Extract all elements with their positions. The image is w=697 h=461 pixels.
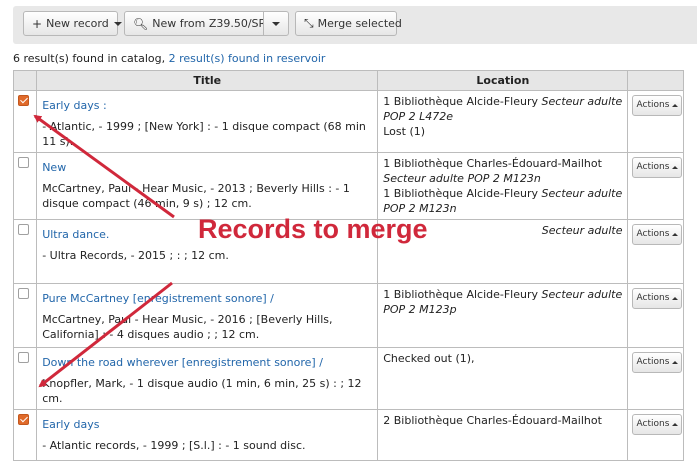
row-select-cell <box>12 409 38 461</box>
actions-button[interactable]: Actions <box>632 352 683 373</box>
actions-button[interactable]: Actions <box>632 414 683 435</box>
record-description: - Atlantic records, - 1999 ; [S.l.] : - … <box>42 439 306 452</box>
location-branch: Checked out (1), <box>383 352 475 365</box>
location-line: Checked out (1), <box>383 351 622 366</box>
table-row: Early days - Atlantic records, - 1999 ; [… <box>12 409 684 461</box>
table-row: Down the road wherever [enregistrement s… <box>12 347 684 410</box>
new-from-z3950-button[interactable]: 🔍︎ New from Z39.50/SRU <box>124 11 274 36</box>
row-select-checkbox[interactable] <box>18 157 29 168</box>
catalog-count: 6 result(s) found in catalog, <box>13 52 166 65</box>
title-cell: New McCartney, Paul - Hear Music, - 2013 … <box>36 152 379 220</box>
record-title-link[interactable]: Early days <box>42 417 372 432</box>
location-line: 1 Bibliothèque Charles-Édouard-Mailhot S… <box>383 156 622 186</box>
location-line: 1 Bibliothèque Alcide-Fleury Secteur adu… <box>383 94 622 124</box>
location-line: 1 Bibliothèque Alcide-Fleury Secteur adu… <box>383 186 622 216</box>
title-cell: Pure McCartney [enregistrement sonore] /… <box>36 283 379 348</box>
new-from-label: New from Z39.50/SRU <box>152 17 275 30</box>
actions-button[interactable]: Actions <box>632 288 683 309</box>
merge-selected-label: Merge selected <box>317 17 402 30</box>
location-branch: 2 Bibliothèque Charles-Édouard-Mailhot <box>383 414 602 427</box>
table-row: Early days : - Atlantic, - 1999 ; [New Yo… <box>12 90 684 153</box>
caret-up-icon <box>672 361 679 364</box>
caret-up-icon <box>672 423 679 426</box>
record-title-link[interactable]: New <box>42 160 372 175</box>
row-select-checkbox[interactable] <box>18 414 29 425</box>
row-select-checkbox[interactable] <box>18 288 29 299</box>
reservoir-link[interactable]: 2 result(s) found in reservoir <box>169 52 326 65</box>
row-select-cell <box>12 90 38 153</box>
record-title-link[interactable]: Early days : <box>42 98 372 113</box>
caret-up-icon <box>672 297 679 300</box>
actions-column-header <box>627 70 684 91</box>
title-cell: Early days - Atlantic records, - 1999 ; [… <box>36 409 379 461</box>
location-line: Lost (1) <box>383 124 622 139</box>
location-column-header[interactable]: Location <box>377 70 629 91</box>
caret-up-icon <box>672 166 679 169</box>
row-select-cell <box>12 219 38 284</box>
location-cell: 1 Bibliothèque Alcide-Fleury Secteur adu… <box>377 283 629 348</box>
merge-selected-button[interactable]: ⤡ Merge selected <box>295 11 402 36</box>
plus-icon: + <box>32 16 43 31</box>
location-branch: 1 Bibliothèque Alcide-Fleury <box>383 288 539 301</box>
record-description: McCartney, Paul - Hear Music, - 2016 ; [… <box>42 313 333 341</box>
location-cell: 2 Bibliothèque Charles-Édouard-Mailhot <box>377 409 629 461</box>
table-row: New McCartney, Paul - Hear Music, - 2013 … <box>12 152 684 220</box>
new-record-button[interactable]: + New record <box>23 11 122 36</box>
caret-up-icon <box>672 233 679 236</box>
record-title-link[interactable]: Pure McCartney [enregistrement sonore] / <box>42 291 372 306</box>
caret-down-icon <box>113 21 122 26</box>
row-select-checkbox[interactable] <box>18 95 29 106</box>
location-cell: 1 Bibliothèque Alcide-Fleury Secteur adu… <box>377 90 629 153</box>
actions-label: Actions <box>636 357 670 367</box>
location-line: 2 Bibliothèque Charles-Édouard-Mailhot <box>383 413 622 428</box>
record-title-link[interactable]: Down the road wherever [enregistrement s… <box>42 355 372 370</box>
actions-label: Actions <box>636 419 670 429</box>
row-select-checkbox[interactable] <box>18 224 29 235</box>
title-cell: Down the road wherever [enregistrement s… <box>36 347 379 410</box>
caret-up-icon <box>672 104 679 107</box>
row-select-cell <box>12 347 38 410</box>
checkbox-column-header <box>12 70 38 91</box>
annotation-text: Records to merge <box>198 214 428 244</box>
search-icon: 🔍︎ <box>133 16 149 31</box>
actions-button[interactable]: Actions <box>632 157 683 178</box>
actions-cell: Actions <box>627 347 684 410</box>
record-description: - Atlantic, - 1999 ; [New York] : - 1 di… <box>42 120 366 148</box>
location-branch: 1 Bibliothèque Charles-Édouard-Mailhot <box>383 157 602 170</box>
new-record-label: New record <box>46 17 109 30</box>
actions-cell: Actions <box>627 90 684 153</box>
caret-down-icon <box>272 21 280 26</box>
row-select-checkbox[interactable] <box>18 352 29 363</box>
new-from-dropdown-toggle[interactable] <box>263 11 289 36</box>
actions-cell: Actions <box>627 283 684 348</box>
actions-label: Actions <box>636 293 670 303</box>
actions-label: Actions <box>636 162 670 172</box>
actions-label: Actions <box>636 229 670 239</box>
location-callnumber: Secteur adulte POP 2 M123n <box>383 172 541 185</box>
actions-cell: Actions <box>627 409 684 461</box>
title-cell: Early days : - Atlantic, - 1999 ; [New Yo… <box>36 90 379 153</box>
location-branch: 1 Bibliothèque Alcide-Fleury <box>383 187 539 200</box>
location-branch: 1 Bibliothèque Alcide-Fleury <box>383 95 539 108</box>
location-line: 1 Bibliothèque Alcide-Fleury Secteur adu… <box>383 287 622 317</box>
actions-cell: Actions <box>627 219 684 284</box>
actions-button[interactable]: Actions <box>632 224 683 245</box>
location-cell: 1 Bibliothèque Charles-Édouard-Mailhot S… <box>377 152 629 220</box>
location-cell: Checked out (1), <box>377 347 629 410</box>
record-description: Knopfler, Mark, - 1 disque audio (1 min,… <box>42 377 362 405</box>
actions-cell: Actions <box>627 152 684 220</box>
title-column-header[interactable]: Title <box>36 70 379 91</box>
location-branch: Lost (1) <box>383 125 426 138</box>
record-description: McCartney, Paul - Hear Music, - 2013 ; B… <box>42 182 350 210</box>
location-callnumber: Secteur adulte <box>541 224 623 237</box>
actions-button[interactable]: Actions <box>632 95 683 116</box>
results-table: Title Location Early days : - Atlantic, -… <box>12 70 684 461</box>
actions-label: Actions <box>636 100 670 110</box>
table-row: Pure McCartney [enregistrement sonore] /… <box>12 283 684 348</box>
merge-icon: ⤡ <box>304 16 314 30</box>
row-select-cell <box>12 152 38 220</box>
row-select-cell <box>12 283 38 348</box>
record-description: - Ultra Records, - 2015 ; : ; 12 cm. <box>42 249 229 262</box>
results-summary: 6 result(s) found in catalog, 2 result(s… <box>13 52 325 65</box>
